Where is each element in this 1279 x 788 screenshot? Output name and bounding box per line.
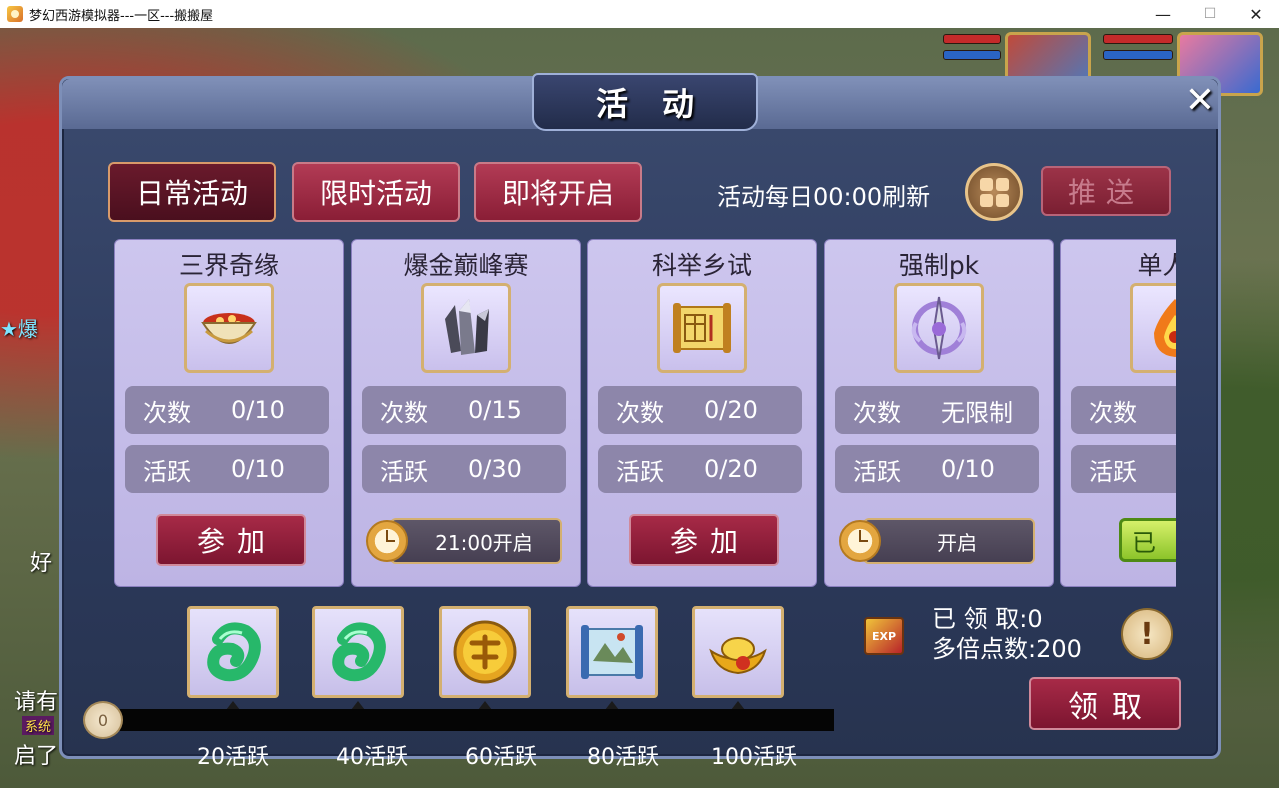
reward-chest-100[interactable] xyxy=(692,606,784,698)
count-row: 次数 0/15 xyxy=(362,386,566,434)
player-mp-bar xyxy=(1103,50,1173,60)
tab-limited-activities[interactable]: 限时活动 xyxy=(292,162,460,222)
activity-card: 科举乡试 次数 0/20 活跃 0/20 参加 xyxy=(587,239,817,587)
count-value: 0/15 xyxy=(468,396,522,424)
count-row: 次数 无限制 xyxy=(835,386,1039,434)
activity-points-label: 活跃 xyxy=(1089,457,1137,486)
push-notification-button[interactable]: 推送 xyxy=(1041,166,1171,216)
minimize-button[interactable]: — xyxy=(1140,0,1186,28)
reward-chest-80[interactable] xyxy=(566,606,658,698)
activity-points-row: 活跃 xyxy=(1071,445,1176,493)
close-window-button[interactable]: ✕ xyxy=(1233,0,1279,28)
crystal-icon xyxy=(421,283,511,373)
count-value: 0/10 xyxy=(231,396,285,424)
activity-points-row: 活跃 0/20 xyxy=(598,445,802,493)
count-value: 0/20 xyxy=(704,396,758,424)
claimed-button[interactable]: 已 xyxy=(1119,518,1176,562)
activity-points-value: 0/30 xyxy=(468,455,522,483)
activity-points-row: 活跃 0/10 xyxy=(125,445,329,493)
title-plate: 活动 xyxy=(532,73,758,131)
reward-chest-60[interactable] xyxy=(439,606,531,698)
scene-text: 启了 xyxy=(14,744,59,769)
activity-progress-value: 0 xyxy=(83,701,123,739)
activity-points-label: 活跃 xyxy=(616,457,664,486)
reward-threshold-label: 20活跃 xyxy=(197,745,269,770)
app-icon xyxy=(7,6,23,22)
count-label: 次数 xyxy=(616,398,664,427)
jade-green-icon xyxy=(207,622,261,682)
activity-card: 强制pk 次数 无限制 活跃 0/10 开启 xyxy=(824,239,1054,587)
activity-points-value: 0/10 xyxy=(231,455,285,483)
close-panel-button[interactable]: ✕ xyxy=(1180,81,1220,121)
scheduled-start-button[interactable]: 开启 xyxy=(863,518,1035,564)
reward-threshold-label: 80活跃 xyxy=(587,745,659,770)
player-hp-bar xyxy=(1103,34,1173,44)
fire-orb-icon xyxy=(1130,283,1176,373)
gold-coin-icon xyxy=(453,620,517,684)
activity-points-label: 活跃 xyxy=(380,457,428,486)
activity-card: 三界奇缘 次数 0/10 活跃 0/10 参加 xyxy=(114,239,344,587)
reward-threshold-label: 100活跃 xyxy=(711,745,797,770)
activity-name: 爆金巅峰赛 xyxy=(403,251,529,280)
pet-mp-bar xyxy=(943,50,1001,60)
count-label: 次数 xyxy=(143,398,191,427)
activity-panel: 活动 ✕ 日常活动 限时活动 即将开启 活动每日00:00刷新 推送 三界奇缘 … xyxy=(59,73,1221,770)
activity-points-label: 活跃 xyxy=(853,457,901,486)
activity-card: 单人竞 次数 活跃 已 xyxy=(1060,239,1176,587)
pet-hp-bar xyxy=(943,34,1001,44)
count-row: 次数 xyxy=(1071,386,1176,434)
window-title: 梦幻西游模拟器---一区---搬搬屋 xyxy=(29,8,214,24)
activity-points-value: 0/10 xyxy=(941,455,995,483)
gold-ingot-icon xyxy=(709,637,767,675)
count-row: 次数 0/10 xyxy=(125,386,329,434)
count-label: 次数 xyxy=(853,398,901,427)
refresh-notice: 活动每日00:00刷新 xyxy=(717,183,931,211)
grid-menu-icon[interactable] xyxy=(965,163,1023,221)
clock-icon xyxy=(839,520,881,562)
reward-chest-40[interactable] xyxy=(312,606,404,698)
join-button[interactable]: 参加 xyxy=(629,514,779,566)
clock-icon xyxy=(366,520,408,562)
activity-progress-bar xyxy=(96,709,834,731)
claimed-count: 已 领 取:0 xyxy=(932,605,1043,633)
food-bowl-icon xyxy=(184,283,274,373)
system-tag: 系统 xyxy=(22,716,55,735)
activity-name: 科举乡试 xyxy=(651,251,752,280)
window-titlebar: 梦幻西游模拟器---一区---搬搬屋 — ☐ ✕ xyxy=(0,0,1279,28)
join-button[interactable]: 参加 xyxy=(156,514,306,566)
activity-name: 三界奇缘 xyxy=(178,251,279,280)
count-label: 次数 xyxy=(1089,398,1137,427)
activity-name: 单人竞 xyxy=(1137,251,1176,280)
scheduled-start-button[interactable]: 21:00开启 xyxy=(390,518,562,564)
activity-card: 爆金巅峰赛 次数 0/15 活跃 0/30 21:00开启 xyxy=(351,239,581,587)
treasure-map-icon xyxy=(581,625,643,679)
tab-upcoming-activities[interactable]: 即将开启 xyxy=(474,162,642,222)
scroll-icon xyxy=(657,283,747,373)
jade-green-icon xyxy=(332,622,386,682)
activity-points-value: 0/20 xyxy=(704,455,758,483)
info-icon[interactable]: ! xyxy=(1121,608,1173,660)
panel-title: 活动 xyxy=(595,85,728,123)
claim-info: 已 领 取:0 多倍点数:200 xyxy=(932,604,1082,664)
activity-cards-list[interactable]: 三界奇缘 次数 0/10 活跃 0/10 参加 爆金巅峰赛 次数 0/15 活跃… xyxy=(114,239,1176,589)
count-label: 次数 xyxy=(380,398,428,427)
reward-chest-20[interactable] xyxy=(187,606,279,698)
scene-text: ★爆 xyxy=(0,317,38,341)
maximize-button[interactable]: ☐ xyxy=(1187,0,1233,28)
exp-icon: EXP xyxy=(864,617,904,655)
reward-threshold-label: 60活跃 xyxy=(465,745,537,770)
sword-emblem-icon xyxy=(894,283,984,373)
count-value: 无限制 xyxy=(941,398,1013,427)
activity-points-row: 活跃 0/30 xyxy=(362,445,566,493)
scene-text: 请有 xyxy=(14,690,59,715)
claim-button[interactable]: 领取 xyxy=(1029,677,1181,730)
activity-name: 强制pk xyxy=(898,251,980,280)
scene-text: 好 xyxy=(30,551,53,576)
activity-points-label: 活跃 xyxy=(143,457,191,486)
activity-points-row: 活跃 0/10 xyxy=(835,445,1039,493)
multiplier-points: 多倍点数:200 xyxy=(932,635,1082,663)
count-row: 次数 0/20 xyxy=(598,386,802,434)
tab-daily-activities[interactable]: 日常活动 xyxy=(108,162,276,222)
reward-threshold-label: 40活跃 xyxy=(336,745,408,770)
